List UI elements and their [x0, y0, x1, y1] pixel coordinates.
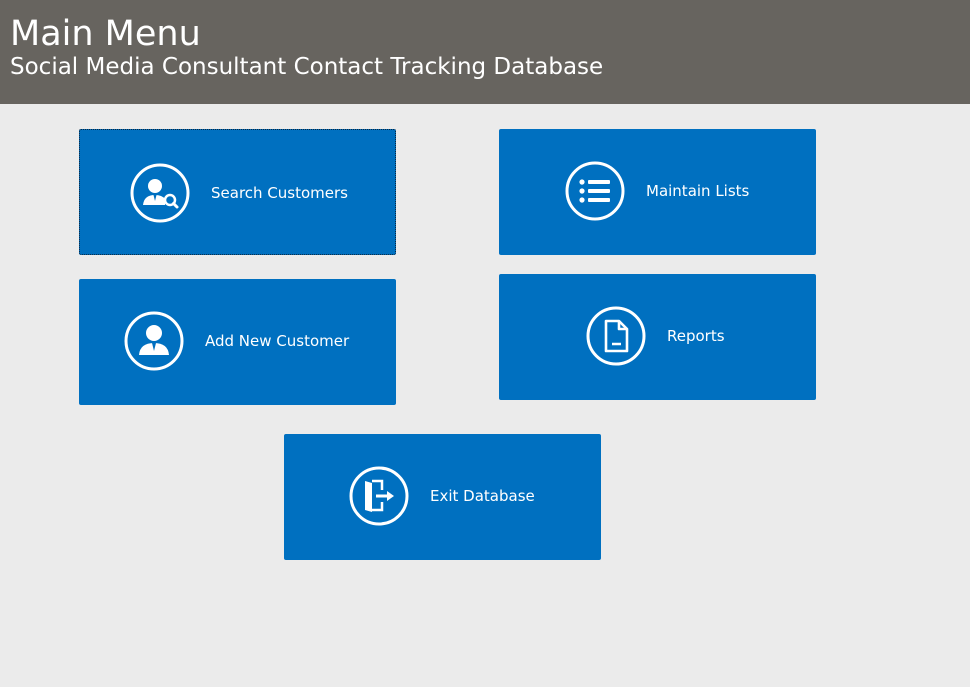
- exit-door-icon: [349, 466, 409, 526]
- add-new-customer-label: Add New Customer: [205, 332, 350, 350]
- search-customers-button[interactable]: Search Customers: [79, 129, 396, 255]
- exit-database-label: Exit Database: [430, 487, 535, 505]
- page-title: Main Menu: [10, 14, 201, 54]
- user-icon: [124, 311, 184, 371]
- maintain-lists-button[interactable]: Maintain Lists: [499, 129, 816, 255]
- add-new-customer-button[interactable]: Add New Customer: [79, 279, 396, 405]
- search-customers-label: Search Customers: [211, 184, 348, 202]
- list-icon: [565, 161, 625, 221]
- header-bar: Main Menu Social Media Consultant Contac…: [0, 0, 970, 104]
- maintain-lists-label: Maintain Lists: [646, 182, 750, 200]
- page-subtitle: Social Media Consultant Contact Tracking…: [10, 54, 604, 80]
- reports-button[interactable]: Reports: [499, 274, 816, 400]
- document-icon: [586, 306, 646, 366]
- reports-label: Reports: [667, 327, 725, 345]
- user-search-icon: [130, 163, 190, 223]
- exit-database-button[interactable]: Exit Database: [284, 434, 601, 560]
